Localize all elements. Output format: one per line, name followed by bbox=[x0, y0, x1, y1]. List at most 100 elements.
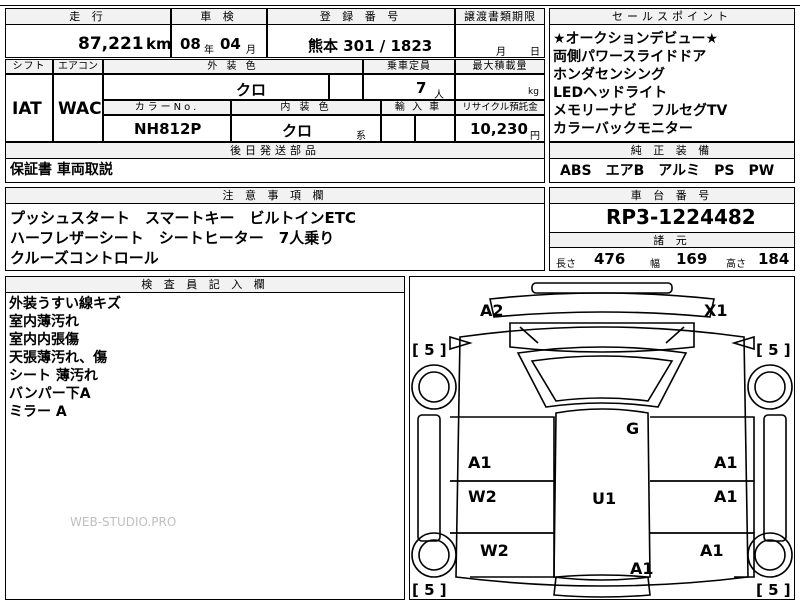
sales-point-line: ホンダセンシング bbox=[553, 67, 665, 83]
import-cell-b bbox=[415, 115, 455, 142]
registration-box: 登 録 番 号 熊本 301 / 1823 bbox=[267, 8, 455, 58]
code-rear: A1 bbox=[630, 559, 654, 578]
capacity-unit: 人 bbox=[434, 90, 444, 101]
interior-unit: 系 bbox=[356, 131, 366, 142]
width-value: 169 bbox=[676, 250, 708, 268]
import-cell-a bbox=[381, 115, 415, 142]
notes-list: プッシュスタート スマートキー ビルトインETC ハーフレザーシート シートヒー… bbox=[10, 208, 356, 268]
maxload-unit: kg bbox=[528, 87, 539, 97]
color-no-value: NH812P bbox=[134, 120, 202, 138]
later-parts-box: 後日発送部品 保証書 車両取説 bbox=[5, 142, 545, 183]
genuine-label: 純 正 装 備 bbox=[550, 143, 794, 159]
recycle-label: リサイクル預託金 bbox=[455, 100, 545, 115]
notes-box: 注 意 事 項 欄 プッシュスタート スマートキー ビルトインETC ハーフレザ… bbox=[5, 187, 545, 271]
aircon-label: エアコン bbox=[53, 59, 103, 74]
note-line: クルーズコントロール bbox=[10, 249, 159, 267]
length-label: 長さ bbox=[556, 259, 576, 270]
recycle-cell: 10,230 円 bbox=[455, 115, 545, 142]
transfer-day-unit: 日 bbox=[530, 47, 540, 58]
tire-front-left: [ 5 ] bbox=[412, 341, 447, 359]
sales-point-line: ★オークションデビュー★ bbox=[553, 31, 719, 47]
code-left-front-door: A1 bbox=[468, 453, 492, 472]
width-label: 幅 bbox=[650, 259, 660, 270]
genuine-box: 純 正 装 備 ABS エアB アルミ PS PW bbox=[549, 142, 795, 183]
car-diagram-box: A2 X1 G A1 A1 W2 U1 A1 W2 A1 A1 [ 5 ] [ … bbox=[409, 276, 795, 600]
chassis-box: 車 台 番 号 RP3-1224482 諸 元 長さ 476 幅 169 高さ … bbox=[549, 187, 795, 271]
code-left-rear-door: W2 bbox=[468, 487, 497, 506]
exterior-cell: クロ bbox=[103, 74, 329, 100]
code-right-front-door: A1 bbox=[714, 453, 738, 472]
code-front-right: X1 bbox=[704, 301, 728, 320]
exterior-value: クロ bbox=[236, 81, 267, 99]
sales-point-line: メモリーナビ フルセグTV bbox=[553, 103, 728, 119]
mileage-unit: km bbox=[146, 35, 172, 53]
code-right-rear-fender: A1 bbox=[700, 541, 724, 560]
inspector-label: 検 査 員 記 入 欄 bbox=[6, 277, 404, 293]
inspection-year: 08 bbox=[180, 35, 201, 53]
inspector-line: 天張薄汚れ、傷 bbox=[9, 350, 108, 366]
tire-rear-right-value: 5 bbox=[768, 581, 779, 599]
inspector-line: 室内薄汚れ bbox=[9, 314, 79, 330]
shift-label: シフト bbox=[5, 59, 53, 74]
car-outline bbox=[411, 282, 793, 598]
recycle-unit: 円 bbox=[530, 131, 540, 142]
registration-label: 登 録 番 号 bbox=[268, 9, 454, 25]
code-interior: U1 bbox=[592, 489, 617, 508]
color-no-label: カラーNo. bbox=[103, 100, 231, 115]
shift-value: IAT bbox=[12, 99, 42, 119]
tire-rear-left-value: 5 bbox=[424, 581, 435, 599]
inspection-month-unit: 月 bbox=[246, 45, 256, 56]
capacity-cell: 7 人 bbox=[363, 74, 455, 101]
note-line: ハーフレザーシート シートヒーター 7人乗り bbox=[10, 229, 335, 247]
recycle-value: 10,230 bbox=[470, 120, 528, 138]
sales-point-line: LEDヘッドライト bbox=[553, 85, 668, 101]
later-parts-label: 後日発送部品 bbox=[6, 143, 544, 159]
inspection-label: 車 検 bbox=[172, 9, 266, 25]
note-line: プッシュスタート スマートキー ビルトインETC bbox=[10, 209, 357, 227]
code-front-left: A2 bbox=[480, 301, 504, 320]
shift-cell: IAT bbox=[5, 74, 53, 142]
transfer-label: 譲渡書類期限 bbox=[456, 9, 544, 25]
import-label: 輸 入 車 bbox=[381, 100, 455, 115]
inspector-line: シート 薄汚れ bbox=[9, 368, 98, 384]
aircon-cell: WAC bbox=[53, 74, 103, 142]
top-strip bbox=[0, 0, 800, 6]
sales-point-line: カラーバックモニター bbox=[553, 121, 693, 137]
tire-front-left-value: 5 bbox=[424, 341, 435, 359]
code-left-rear-fender: W2 bbox=[480, 541, 509, 560]
later-parts-value: 保証書 車両取説 bbox=[10, 162, 113, 178]
watermark: WEB-STUDIO.PRO bbox=[70, 515, 177, 529]
code-roof: G bbox=[626, 419, 640, 438]
tire-rear-right: [ 5 ] bbox=[756, 581, 791, 599]
notes-label: 注 意 事 項 欄 bbox=[6, 188, 544, 204]
tire-rear-left: [ 5 ] bbox=[412, 581, 447, 599]
inspector-box: 検 査 員 記 入 欄 外装うすい線キズ 室内薄汚れ 室内内張傷 天張薄汚れ、傷… bbox=[5, 276, 405, 600]
mileage-value: 87,221 bbox=[78, 34, 144, 54]
transfer-box: 譲渡書類期限 月 日 bbox=[455, 8, 545, 58]
registration-value: 熊本 301 / 1823 bbox=[308, 37, 433, 55]
mileage-label: 走 行 bbox=[6, 9, 170, 25]
capacity-value: 7 bbox=[416, 79, 427, 97]
tire-front-right-value: 5 bbox=[768, 341, 779, 359]
sales-points-list: ★オークションデビュー★ 両側パワースライドドア ホンダセンシング LEDヘッド… bbox=[553, 30, 727, 138]
aircon-value: WAC bbox=[58, 99, 102, 119]
code-right-rear-door: A1 bbox=[714, 487, 738, 506]
inspection-box: 車 検 08 年 04 月 bbox=[171, 8, 267, 58]
chassis-value: RP3-1224482 bbox=[606, 205, 756, 229]
maxload-label: 最大積載量 bbox=[455, 59, 545, 74]
mileage-box: 走 行 87,221 km bbox=[5, 8, 172, 58]
sales-point-line: 両側パワースライドドア bbox=[553, 49, 707, 65]
inspector-line: 室内内張傷 bbox=[9, 332, 79, 348]
inspector-line: ミラー A bbox=[9, 404, 67, 420]
genuine-value: ABS エアB アルミ PS PW bbox=[560, 163, 775, 179]
interior-cell: クロ 系 bbox=[231, 115, 381, 142]
sales-points-box: セールスポイント ★オークションデビュー★ 両側パワースライドドア ホンダセンシ… bbox=[549, 8, 795, 142]
exterior-label: 外 装 色 bbox=[103, 59, 363, 74]
height-label: 高さ bbox=[726, 259, 746, 270]
length-value: 476 bbox=[594, 250, 626, 268]
inspector-list: 外装うすい線キズ 室内薄汚れ 室内内張傷 天張薄汚れ、傷 シート 薄汚れ バンパ… bbox=[9, 295, 121, 421]
color-no-cell: NH812P bbox=[103, 115, 231, 142]
inspector-line: バンパー下A bbox=[9, 386, 91, 402]
sales-points-title: セールスポイント bbox=[550, 9, 794, 25]
maxload-cell: kg bbox=[455, 74, 545, 100]
